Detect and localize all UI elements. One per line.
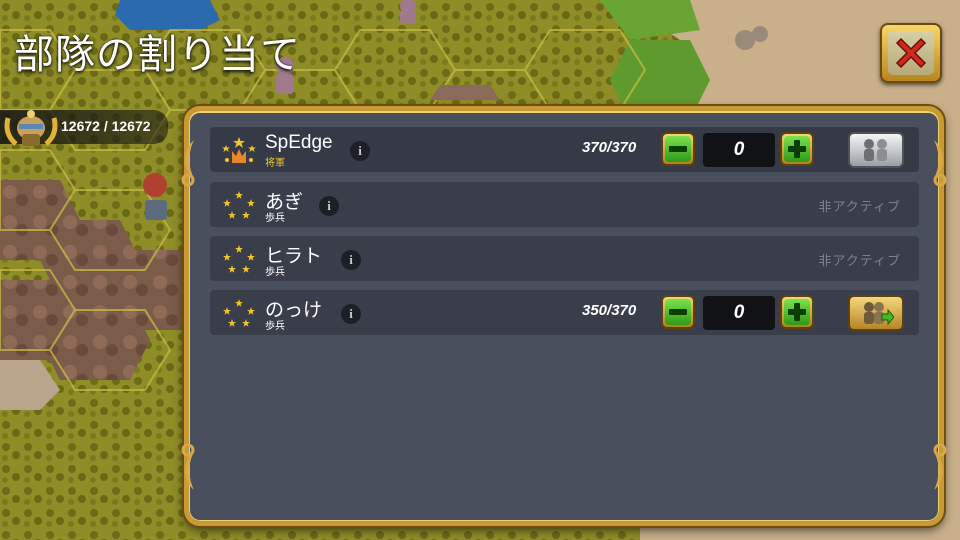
unit-type-label: 歩兵	[265, 213, 285, 224]
info-icon[interactable]: i	[341, 304, 361, 324]
general-crown-stars-icon	[222, 137, 256, 163]
decrease-button[interactable]	[661, 132, 695, 166]
increase-button[interactable]	[780, 132, 814, 166]
unit-row-nokke[interactable]: のっけ 歩兵 i 350/370 0	[210, 290, 919, 335]
unit-troop-count: 350/370	[582, 302, 637, 319]
plus-icon	[794, 303, 800, 321]
unit-status-inactive: 非アクティブ	[818, 254, 901, 269]
troop-capacity-display: 12672 / 12672	[0, 110, 168, 146]
info-icon[interactable]: i	[341, 250, 361, 270]
unit-row-hirato[interactable]: ヒラト 歩兵 i 非アクティブ	[210, 236, 919, 281]
info-icon[interactable]: i	[350, 141, 370, 161]
panel-ornament-left-bottom	[181, 443, 195, 490]
unit-troop-count: 370/370	[582, 139, 637, 156]
stars-circle-icon	[223, 245, 255, 273]
unit-row-spedge[interactable]: SpEdge 将軍 i 370/370 0	[210, 127, 919, 172]
assigned-quantity-field[interactable]: 0	[703, 133, 775, 167]
minus-icon	[669, 309, 687, 315]
troops-silver-icon	[864, 139, 887, 161]
troops-assign-icon	[864, 302, 894, 326]
screen-title: 部隊の割り当て	[14, 32, 301, 78]
plus-icon	[794, 140, 800, 158]
panel-ornament-left-top	[181, 140, 195, 187]
decrease-button[interactable]	[661, 295, 695, 329]
unit-status-inactive: 非アクティブ	[818, 200, 901, 215]
unit-row-agi[interactable]: あぎ 歩兵 i 非アクティブ	[210, 182, 919, 227]
unit-type-label: 将軍	[265, 158, 285, 169]
unit-type-label: 歩兵	[265, 321, 285, 332]
troops-action-button[interactable]	[848, 295, 904, 331]
assigned-quantity-field[interactable]: 0	[703, 296, 775, 330]
minus-icon	[669, 146, 687, 152]
info-icon[interactable]: i	[319, 196, 339, 216]
close-x-icon	[895, 37, 927, 69]
laurel-helmet-icon	[4, 110, 58, 146]
stars-circle-icon	[223, 191, 255, 219]
panel-ornament-right-top	[933, 140, 947, 187]
stars-circle-icon	[223, 299, 255, 327]
unit-type-label: 歩兵	[265, 267, 285, 278]
close-button[interactable]	[880, 23, 942, 83]
troop-capacity-value: 12672 / 12672	[61, 118, 151, 134]
troops-action-button[interactable]	[848, 132, 904, 168]
panel-ornament-right-bottom	[933, 443, 947, 490]
unit-name: SpEdge	[265, 132, 333, 153]
increase-button[interactable]	[780, 295, 814, 329]
